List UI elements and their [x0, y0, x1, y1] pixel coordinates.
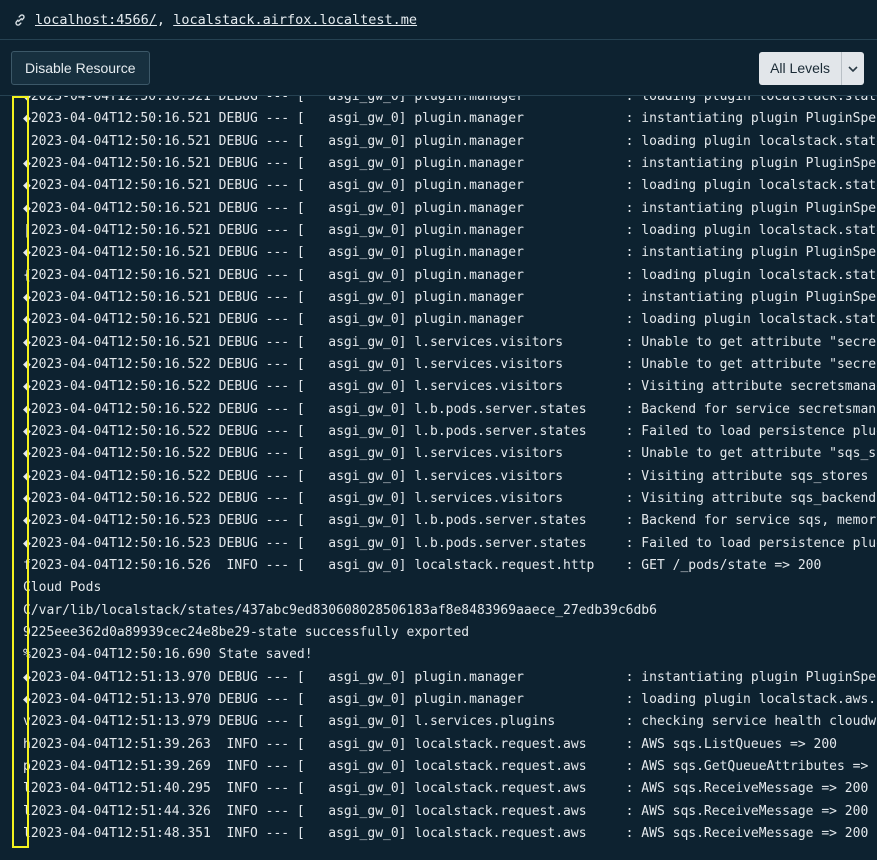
- log-line: ◆2023-04-04T12:50:16.523 DEBUG --- [ asg…: [23, 513, 877, 529]
- log-line: ◆2023-04-04T12:50:16.522 DEBUG --- [ asg…: [23, 356, 877, 372]
- log-line: ◆2023-04-04T12:50:16.521 DEBUG --- [ asg…: [23, 312, 877, 328]
- log-line: v2023-04-04T12:51:13.979 DEBUG --- [ asg…: [23, 714, 877, 730]
- log-line: h2023-04-04T12:51:39.263 INFO --- [ asgi…: [23, 736, 837, 752]
- log-line: ◆2023-04-04T12:50:16.522 DEBUG --- [ asg…: [23, 490, 877, 506]
- log-line: ◆2023-04-04T12:50:16.521 DEBUG --- [ asg…: [23, 245, 877, 261]
- log-level-select[interactable]: All Levels: [759, 52, 864, 85]
- url-link-localhost[interactable]: localhost:4566/: [35, 12, 157, 28]
- log-line: ◆2023-04-04T12:50:16.522 DEBUG --- [ asg…: [23, 401, 877, 417]
- log-line: ◆2023-04-04T12:50:16.522 DEBUG --- [ asg…: [23, 379, 877, 395]
- log-line: |2023-04-04T12:50:16.521 DEBUG --- [ asg…: [23, 222, 877, 238]
- log-line: ◆2023-04-04T12:50:16.522 DEBUG --- [ asg…: [23, 423, 877, 439]
- log-line: l2023-04-04T12:51:40.295 INFO --- [ asgi…: [23, 781, 869, 797]
- log-line: ◆2023-04-04T12:50:16.523 DEBUG --- [ asg…: [23, 535, 877, 551]
- log-line: 2023-04-04T12:50:16.521 DEBUG --- [ asgi…: [23, 133, 877, 149]
- link-icon: [15, 13, 25, 26]
- log-line: ◆2023-04-04T12:51:13.970 DEBUG --- [ asg…: [23, 669, 877, 685]
- log-lines: ◆2023-04-04T12:50:16.521 DEBUG --- [ asg…: [23, 96, 877, 845]
- log-output[interactable]: ◆2023-04-04T12:50:16.521 DEBUG --- [ asg…: [0, 96, 877, 860]
- log-line: ◆2023-04-04T12:51:13.970 DEBUG --- [ asg…: [23, 691, 877, 707]
- log-toolbar: Disable Resource All Levels: [0, 40, 877, 96]
- log-line: f2023-04-04T12:50:16.526 INFO --- [ asgi…: [23, 557, 822, 573]
- url-separator: ,: [156, 11, 166, 28]
- log-line: ◆2023-04-04T12:50:16.522 DEBUG --- [ asg…: [23, 446, 877, 462]
- log-line: %2023-04-04T12:50:16.690 State saved!: [23, 647, 313, 663]
- log-line: ◆2023-04-04T12:50:16.521 DEBUG --- [ asg…: [23, 334, 877, 350]
- log-line: l2023-04-04T12:51:44.326 INFO --- [ asgi…: [23, 803, 869, 819]
- log-line: ◆2023-04-04T12:50:16.521 DEBUG --- [ asg…: [23, 200, 877, 216]
- log-line: ◆2023-04-04T12:50:16.521 DEBUG --- [ asg…: [23, 111, 877, 127]
- url-link-airfox[interactable]: localstack.airfox.localtest.me: [173, 12, 417, 28]
- log-line: {2023-04-04T12:50:16.521 DEBUG --- [ asg…: [23, 267, 877, 283]
- log-line: ◆2023-04-04T12:50:16.521 DEBUG --- [ asg…: [23, 289, 877, 305]
- log-line: ◆2023-04-04T12:50:16.521 DEBUG --- [ asg…: [23, 96, 877, 104]
- log-line: l2023-04-04T12:51:48.351 INFO --- [ asgi…: [23, 825, 869, 841]
- log-line: ◆2023-04-04T12:50:16.522 DEBUG --- [ asg…: [23, 468, 877, 484]
- log-line: ◆2023-04-04T12:50:16.521 DEBUG --- [ asg…: [23, 178, 877, 194]
- chevron-down-icon[interactable]: [842, 52, 864, 85]
- log-level-label[interactable]: All Levels: [759, 52, 842, 85]
- resource-url-bar: localhost:4566/, localstack.airfox.local…: [0, 0, 877, 40]
- disable-resource-button[interactable]: Disable Resource: [11, 51, 150, 85]
- log-line: p2023-04-04T12:51:39.269 INFO --- [ asgi…: [23, 758, 877, 774]
- log-line: C/var/lib/localstack/states/437abc9ed830…: [23, 602, 657, 618]
- log-line: ◆2023-04-04T12:50:16.521 DEBUG --- [ asg…: [23, 155, 877, 171]
- log-line: 9225eee362d0a89939cec24e8be29-state succ…: [23, 624, 470, 640]
- log-line: Cloud Pods: [23, 580, 102, 596]
